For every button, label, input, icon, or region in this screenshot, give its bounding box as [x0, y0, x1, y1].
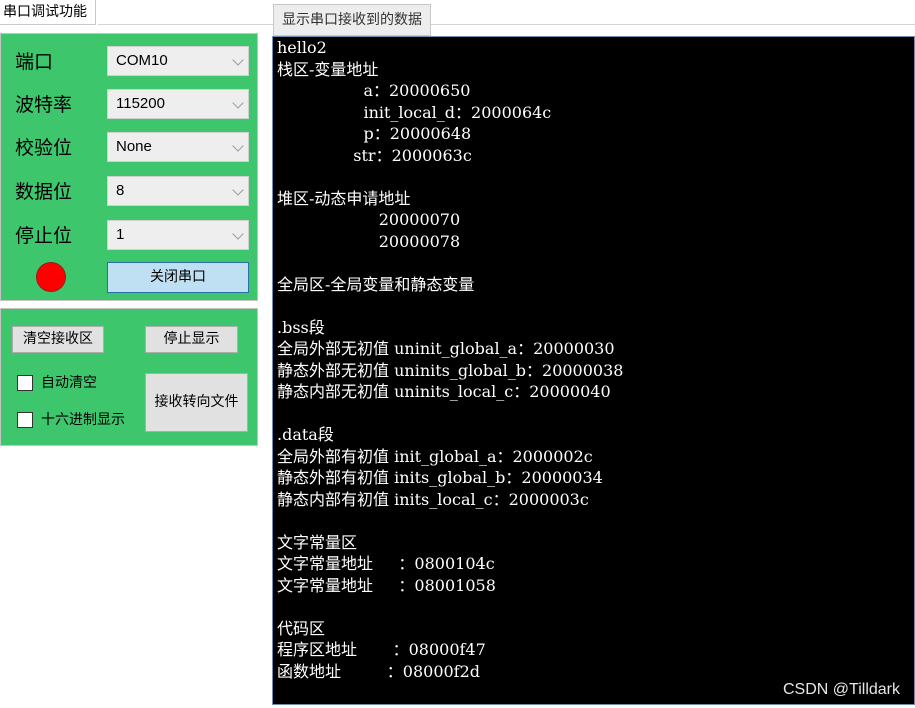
- clear-receive-button[interactable]: 清空接收区: [12, 326, 104, 353]
- data-bits-select[interactable]: 8: [107, 176, 249, 206]
- auto-clear-checkbox[interactable]: [17, 375, 33, 391]
- port-row: 端口 COM10: [1, 46, 259, 78]
- console-line: hello2: [277, 38, 327, 57]
- chevron-down-icon: [232, 228, 244, 240]
- console-line: 堆区-动态申请地址: [277, 188, 411, 208]
- data-bits-label: 数据位: [15, 181, 73, 203]
- chevron-down-icon: [232, 54, 244, 66]
- receive-group-label: 显示串口接收到的数据: [273, 4, 431, 36]
- chevron-down-icon: [232, 184, 244, 196]
- baud-row: 波特率 115200: [1, 89, 259, 121]
- port-value: COM10: [116, 52, 168, 69]
- hex-display-checkbox[interactable]: [17, 412, 33, 428]
- close-port-button[interactable]: 关闭串口: [107, 262, 249, 293]
- console-line: .data段: [277, 425, 334, 444]
- console-line: a：20000650: [277, 81, 471, 100]
- console-line: 静态内部无初值 uninits_local_c：20000040: [277, 382, 611, 401]
- port-label: 端口: [15, 51, 54, 73]
- console-line: init_local_d：2000064c: [277, 102, 552, 122]
- stop-bits-label: 停止位: [15, 225, 73, 247]
- parity-label: 校验位: [15, 137, 73, 159]
- parity-value: None: [116, 138, 152, 155]
- chevron-down-icon: [232, 140, 244, 152]
- console-line: 代码区: [277, 618, 326, 638]
- console-line: 函数地址 ：08000f2d: [277, 661, 481, 681]
- baud-label: 波特率: [15, 94, 73, 116]
- console-line: str：2000063c: [277, 145, 472, 165]
- stop-bits-select[interactable]: 1: [107, 220, 249, 250]
- console-line: p：20000648: [277, 124, 472, 143]
- console-line: 静态内部有初值 inits_local_c：2000003c: [277, 489, 589, 509]
- parity-select[interactable]: None: [107, 132, 249, 162]
- serial-settings-panel: 端口 COM10 波特率 115200 校验位 None 数据位 8 停止位 1: [0, 33, 258, 301]
- stop-bits-row: 停止位 1: [1, 220, 259, 252]
- chevron-down-icon: [232, 97, 244, 109]
- console-line: 文字常量区: [277, 532, 358, 552]
- console-line: 20000078: [277, 231, 461, 251]
- console-line: 全局区-全局变量和静态变量: [277, 274, 475, 294]
- data-bits-row: 数据位 8: [1, 176, 259, 208]
- auto-clear-label: 自动清空: [41, 375, 97, 391]
- tab-serial-debug[interactable]: 串口调试功能: [0, 0, 96, 25]
- tab-strip: 串口调试功能: [0, 0, 915, 25]
- console-line: 文字常量地址 ：08001058: [277, 575, 496, 595]
- console-line: 20000070: [277, 210, 461, 229]
- hex-display-label: 十六进制显示: [41, 412, 125, 428]
- parity-row: 校验位 None: [1, 132, 259, 164]
- stop-bits-value: 1: [116, 226, 125, 243]
- console-line: 静态外部有初值 inits_global_b：20000034: [277, 468, 603, 487]
- console-line: .bss段: [277, 317, 325, 337]
- console-line: 程序区地址 ：08000f47: [277, 640, 486, 659]
- console-line: 文字常量地址 ：0800104c: [277, 554, 495, 573]
- data-bits-value: 8: [116, 182, 125, 199]
- baud-select[interactable]: 115200: [107, 89, 249, 119]
- baud-value: 115200: [116, 95, 165, 112]
- console-line: 全局外部有初值 init_global_a：2000002c: [277, 446, 593, 466]
- port-status-indicator: [36, 262, 66, 292]
- redirect-to-file-button[interactable]: 接收转向文件: [145, 373, 248, 432]
- watermark: CSDN @Tilldark: [783, 681, 900, 698]
- receive-console[interactable]: hello2 栈区-变量地址 a：20000650 init_local_d：20…: [272, 36, 915, 705]
- receive-controls-panel: 清空接收区 停止显示 自动清空 十六进制显示 接收转向文件: [0, 308, 258, 446]
- console-line: 静态外部无初值 uninits_global_b：20000038: [277, 360, 624, 380]
- tab-divider: [98, 24, 915, 25]
- console-line: 全局外部无初值 uninit_global_a：20000030: [277, 339, 615, 358]
- port-select[interactable]: COM10: [107, 46, 249, 76]
- console-line: 栈区-变量地址: [277, 59, 379, 79]
- stop-display-button[interactable]: 停止显示: [145, 326, 238, 353]
